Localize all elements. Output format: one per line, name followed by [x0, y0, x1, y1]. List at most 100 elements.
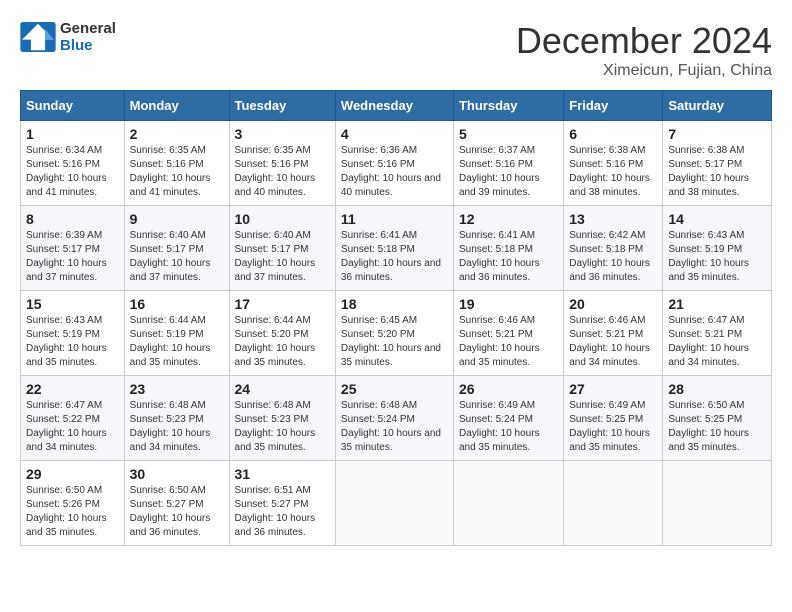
- calendar-cell: 27 Sunrise: 6:49 AM Sunset: 5:25 PM Dayl…: [564, 376, 663, 461]
- day-info: Sunrise: 6:49 AM Sunset: 5:25 PM Dayligh…: [569, 399, 657, 455]
- calendar-cell: 3 Sunrise: 6:35 AM Sunset: 5:16 PM Dayli…: [229, 121, 335, 206]
- day-info: Sunrise: 6:41 AM Sunset: 5:18 PM Dayligh…: [341, 229, 448, 285]
- calendar-cell: 26 Sunrise: 6:49 AM Sunset: 5:24 PM Dayl…: [453, 376, 563, 461]
- calendar-cell: 14 Sunrise: 6:43 AM Sunset: 5:19 PM Dayl…: [663, 206, 772, 291]
- day-info: Sunrise: 6:39 AM Sunset: 5:17 PM Dayligh…: [26, 229, 119, 285]
- logo-icon: [20, 22, 56, 52]
- day-info: Sunrise: 6:38 AM Sunset: 5:17 PM Dayligh…: [668, 144, 766, 200]
- title-section: December 2024 Ximeicun, Fujian, China: [516, 20, 772, 80]
- day-number: 13: [569, 211, 657, 227]
- calendar-cell: 18 Sunrise: 6:45 AM Sunset: 5:20 PM Dayl…: [335, 291, 453, 376]
- logo: General Blue: [20, 20, 116, 54]
- day-number: 24: [235, 381, 330, 397]
- day-info: Sunrise: 6:40 AM Sunset: 5:17 PM Dayligh…: [235, 229, 330, 285]
- day-info: Sunrise: 6:36 AM Sunset: 5:16 PM Dayligh…: [341, 144, 448, 200]
- calendar-cell: [335, 461, 453, 546]
- calendar-cell: 5 Sunrise: 6:37 AM Sunset: 5:16 PM Dayli…: [453, 121, 563, 206]
- calendar-cell: 24 Sunrise: 6:48 AM Sunset: 5:23 PM Dayl…: [229, 376, 335, 461]
- calendar-cell: 2 Sunrise: 6:35 AM Sunset: 5:16 PM Dayli…: [124, 121, 229, 206]
- col-thursday: Thursday: [453, 91, 563, 121]
- day-info: Sunrise: 6:50 AM Sunset: 5:25 PM Dayligh…: [668, 399, 766, 455]
- calendar-table: Sunday Monday Tuesday Wednesday Thursday…: [20, 90, 772, 546]
- day-number: 6: [569, 126, 657, 142]
- day-number: 11: [341, 211, 448, 227]
- day-number: 19: [459, 296, 558, 312]
- calendar-cell: 28 Sunrise: 6:50 AM Sunset: 5:25 PM Dayl…: [663, 376, 772, 461]
- day-number: 4: [341, 126, 448, 142]
- day-number: 21: [668, 296, 766, 312]
- day-number: 2: [130, 126, 224, 142]
- day-info: Sunrise: 6:48 AM Sunset: 5:23 PM Dayligh…: [130, 399, 224, 455]
- calendar-cell: [564, 461, 663, 546]
- day-info: Sunrise: 6:47 AM Sunset: 5:21 PM Dayligh…: [668, 314, 766, 370]
- day-info: Sunrise: 6:38 AM Sunset: 5:16 PM Dayligh…: [569, 144, 657, 200]
- day-info: Sunrise: 6:49 AM Sunset: 5:24 PM Dayligh…: [459, 399, 558, 455]
- day-number: 23: [130, 381, 224, 397]
- day-number: 25: [341, 381, 448, 397]
- day-number: 8: [26, 211, 119, 227]
- calendar-cell: 4 Sunrise: 6:36 AM Sunset: 5:16 PM Dayli…: [335, 121, 453, 206]
- day-info: Sunrise: 6:44 AM Sunset: 5:20 PM Dayligh…: [235, 314, 330, 370]
- col-tuesday: Tuesday: [229, 91, 335, 121]
- day-number: 14: [668, 211, 766, 227]
- day-info: Sunrise: 6:50 AM Sunset: 5:27 PM Dayligh…: [130, 484, 224, 540]
- calendar-cell: 11 Sunrise: 6:41 AM Sunset: 5:18 PM Dayl…: [335, 206, 453, 291]
- calendar-cell: 13 Sunrise: 6:42 AM Sunset: 5:18 PM Dayl…: [564, 206, 663, 291]
- page-header: General Blue December 2024 Ximeicun, Fuj…: [20, 20, 772, 80]
- day-info: Sunrise: 6:50 AM Sunset: 5:26 PM Dayligh…: [26, 484, 119, 540]
- col-saturday: Saturday: [663, 91, 772, 121]
- day-info: Sunrise: 6:43 AM Sunset: 5:19 PM Dayligh…: [26, 314, 119, 370]
- day-number: 5: [459, 126, 558, 142]
- calendar-cell: 15 Sunrise: 6:43 AM Sunset: 5:19 PM Dayl…: [21, 291, 125, 376]
- month-title: December 2024: [516, 20, 772, 62]
- col-sunday: Sunday: [21, 91, 125, 121]
- calendar-cell: 7 Sunrise: 6:38 AM Sunset: 5:17 PM Dayli…: [663, 121, 772, 206]
- calendar-cell: 29 Sunrise: 6:50 AM Sunset: 5:26 PM Dayl…: [21, 461, 125, 546]
- day-info: Sunrise: 6:48 AM Sunset: 5:24 PM Dayligh…: [341, 399, 448, 455]
- day-info: Sunrise: 6:46 AM Sunset: 5:21 PM Dayligh…: [459, 314, 558, 370]
- calendar-cell: 21 Sunrise: 6:47 AM Sunset: 5:21 PM Dayl…: [663, 291, 772, 376]
- calendar-row: 29 Sunrise: 6:50 AM Sunset: 5:26 PM Dayl…: [21, 461, 772, 546]
- calendar-cell: 16 Sunrise: 6:44 AM Sunset: 5:19 PM Dayl…: [124, 291, 229, 376]
- calendar-cell: 8 Sunrise: 6:39 AM Sunset: 5:17 PM Dayli…: [21, 206, 125, 291]
- calendar-cell: 1 Sunrise: 6:34 AM Sunset: 5:16 PM Dayli…: [21, 121, 125, 206]
- header-row: Sunday Monday Tuesday Wednesday Thursday…: [21, 91, 772, 121]
- col-wednesday: Wednesday: [335, 91, 453, 121]
- calendar-row: 8 Sunrise: 6:39 AM Sunset: 5:17 PM Dayli…: [21, 206, 772, 291]
- day-number: 3: [235, 126, 330, 142]
- day-number: 30: [130, 466, 224, 482]
- logo-text: General Blue: [60, 20, 116, 54]
- day-info: Sunrise: 6:34 AM Sunset: 5:16 PM Dayligh…: [26, 144, 119, 200]
- calendar-cell: 20 Sunrise: 6:46 AM Sunset: 5:21 PM Dayl…: [564, 291, 663, 376]
- calendar-row: 1 Sunrise: 6:34 AM Sunset: 5:16 PM Dayli…: [21, 121, 772, 206]
- col-friday: Friday: [564, 91, 663, 121]
- calendar-row: 15 Sunrise: 6:43 AM Sunset: 5:19 PM Dayl…: [21, 291, 772, 376]
- day-info: Sunrise: 6:41 AM Sunset: 5:18 PM Dayligh…: [459, 229, 558, 285]
- day-info: Sunrise: 6:37 AM Sunset: 5:16 PM Dayligh…: [459, 144, 558, 200]
- day-number: 12: [459, 211, 558, 227]
- day-info: Sunrise: 6:35 AM Sunset: 5:16 PM Dayligh…: [130, 144, 224, 200]
- day-info: Sunrise: 6:44 AM Sunset: 5:19 PM Dayligh…: [130, 314, 224, 370]
- calendar-cell: 22 Sunrise: 6:47 AM Sunset: 5:22 PM Dayl…: [21, 376, 125, 461]
- day-number: 28: [668, 381, 766, 397]
- calendar-cell: 6 Sunrise: 6:38 AM Sunset: 5:16 PM Dayli…: [564, 121, 663, 206]
- calendar-cell: 12 Sunrise: 6:41 AM Sunset: 5:18 PM Dayl…: [453, 206, 563, 291]
- calendar-cell: 23 Sunrise: 6:48 AM Sunset: 5:23 PM Dayl…: [124, 376, 229, 461]
- day-info: Sunrise: 6:42 AM Sunset: 5:18 PM Dayligh…: [569, 229, 657, 285]
- calendar-row: 22 Sunrise: 6:47 AM Sunset: 5:22 PM Dayl…: [21, 376, 772, 461]
- day-number: 1: [26, 126, 119, 142]
- day-number: 20: [569, 296, 657, 312]
- calendar-cell: 31 Sunrise: 6:51 AM Sunset: 5:27 PM Dayl…: [229, 461, 335, 546]
- day-number: 10: [235, 211, 330, 227]
- day-info: Sunrise: 6:47 AM Sunset: 5:22 PM Dayligh…: [26, 399, 119, 455]
- calendar-cell: 17 Sunrise: 6:44 AM Sunset: 5:20 PM Dayl…: [229, 291, 335, 376]
- day-info: Sunrise: 6:45 AM Sunset: 5:20 PM Dayligh…: [341, 314, 448, 370]
- day-number: 27: [569, 381, 657, 397]
- calendar-cell: [453, 461, 563, 546]
- day-number: 16: [130, 296, 224, 312]
- day-number: 7: [668, 126, 766, 142]
- calendar-cell: 9 Sunrise: 6:40 AM Sunset: 5:17 PM Dayli…: [124, 206, 229, 291]
- day-number: 15: [26, 296, 119, 312]
- day-info: Sunrise: 6:48 AM Sunset: 5:23 PM Dayligh…: [235, 399, 330, 455]
- calendar-cell: [663, 461, 772, 546]
